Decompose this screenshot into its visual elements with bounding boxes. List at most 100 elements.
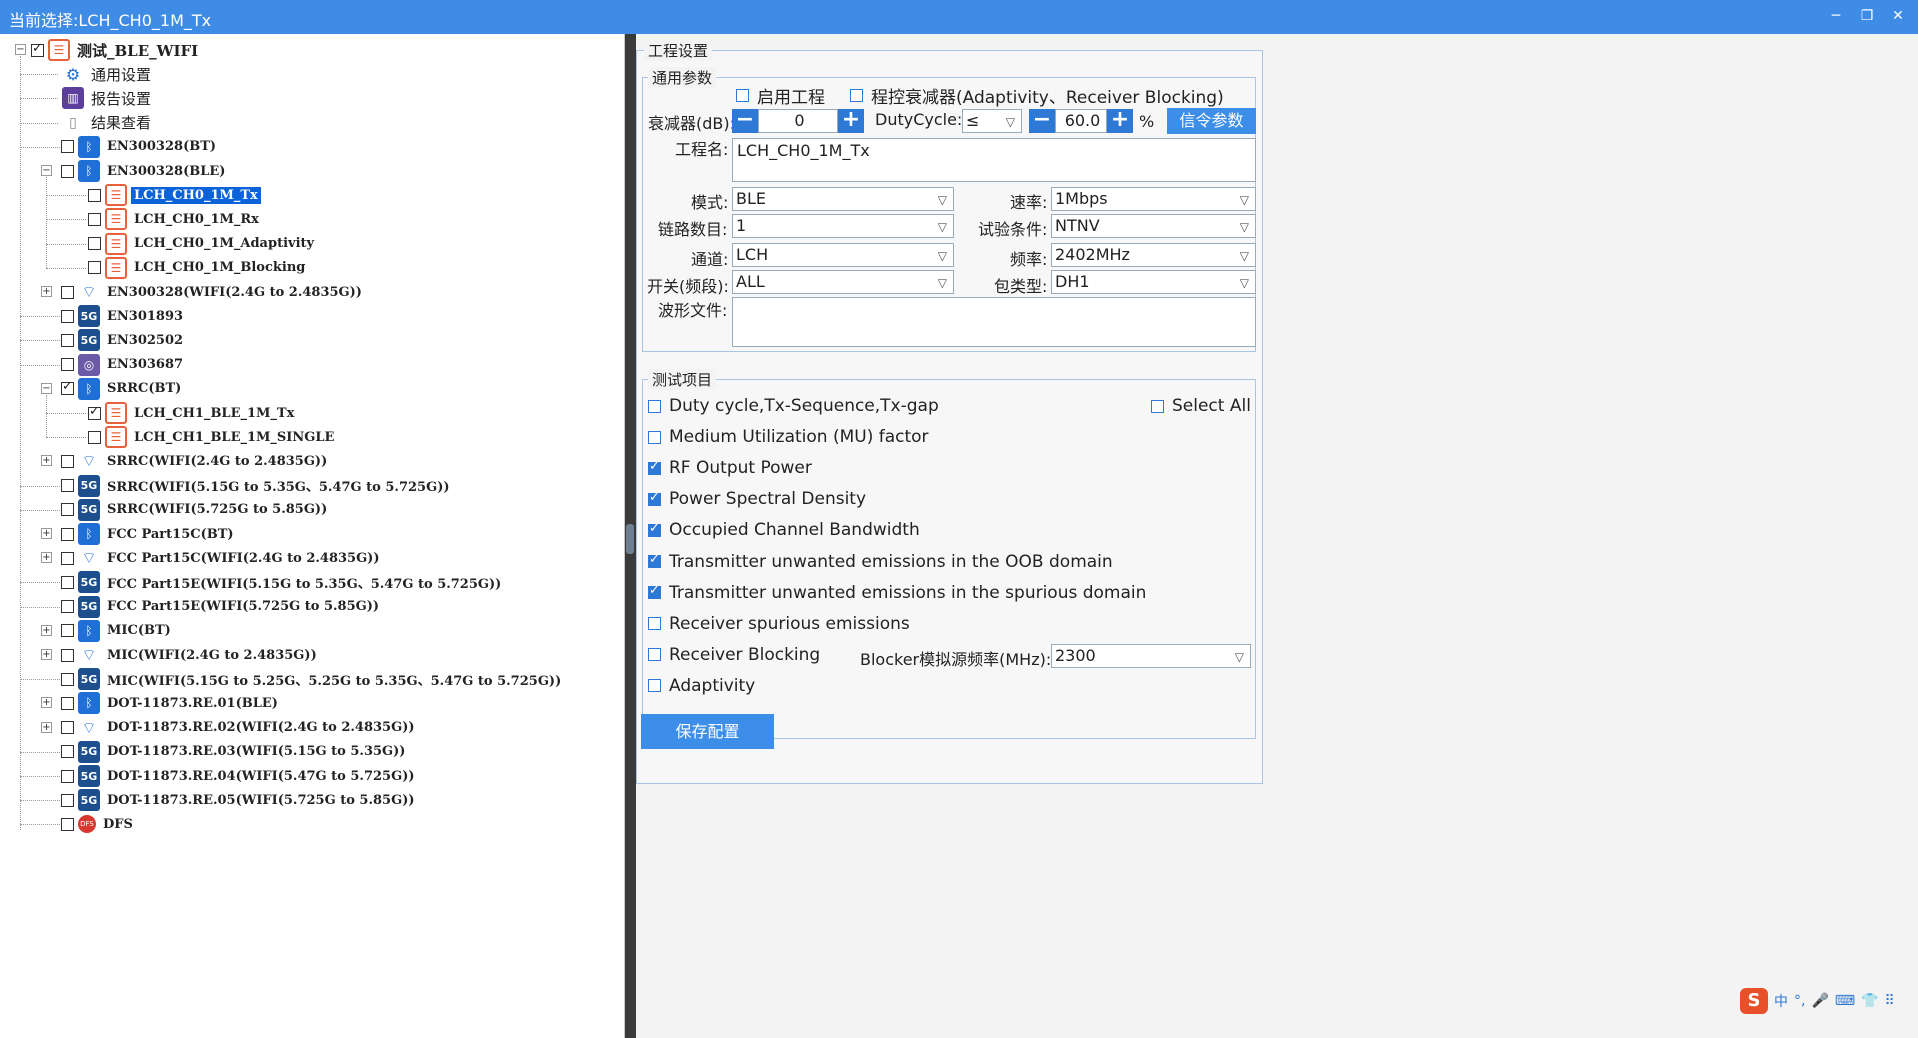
tree-child-item[interactable]: ☰ LCH_CH0_1M_Adaptivity (88, 232, 317, 256)
tree-item-checkbox[interactable] (61, 479, 74, 493)
tree-child-item[interactable]: ☰ LCH_CH1_BLE_1M_Tx (88, 401, 297, 425)
tree-item-checkbox[interactable] (61, 285, 74, 299)
tree-expander[interactable]: − (41, 165, 52, 176)
tree-expander[interactable]: − (41, 382, 52, 394)
condition-select[interactable]: NTNV ▽ (1051, 214, 1256, 238)
tree-item-checkbox[interactable] (88, 430, 101, 444)
tree-item-checkbox[interactable] (61, 333, 74, 347)
test-item-checkbox[interactable]: Transmitter unwanted emissions in the sp… (648, 583, 1146, 603)
test-item-checkbox[interactable]: Receiver Blocking (648, 645, 820, 665)
tree-expander[interactable]: + (41, 286, 52, 297)
tree-expander[interactable]: + (41, 649, 52, 660)
tree-item-checkbox[interactable] (61, 575, 74, 589)
tree-item-checkbox[interactable] (88, 404, 101, 420)
restore-button[interactable]: ❐ (1857, 6, 1877, 26)
tree-item-checkbox[interactable] (61, 140, 74, 154)
tree-item[interactable]: ᛒ DOT-11873.RE.01(BLE) (61, 691, 281, 715)
switch-select[interactable]: ALL ▽ (732, 270, 954, 294)
tree-root[interactable]: ☰ 测试_BLE_WIFI (31, 38, 201, 62)
keyboard-icon[interactable]: ⌨ (1835, 993, 1855, 1009)
tree-item[interactable]: ᛒ MIC(BT) (61, 619, 174, 643)
tree-item-checkbox[interactable] (61, 454, 74, 468)
tree-item-checkbox[interactable] (61, 672, 74, 686)
ime-punctuation-icon[interactable]: °, (1794, 993, 1805, 1009)
tree-item[interactable]: DFS DFS (61, 812, 136, 836)
tree-item-checkbox[interactable] (61, 527, 74, 541)
test-item-checkbox[interactable]: Transmitter unwanted emissions in the OO… (648, 552, 1113, 572)
tree-item-checkbox[interactable] (88, 261, 101, 275)
tree-item[interactable]: 5G FCC Part15E(WIFI(5.725G to 5.85G)) (61, 595, 382, 619)
tree-item-checkbox[interactable] (61, 624, 74, 638)
close-button[interactable]: ✕ (1888, 6, 1908, 26)
attenuator-input[interactable]: 0 (758, 109, 838, 133)
tree-item-checkbox[interactable] (61, 793, 74, 807)
links-select[interactable]: 1 ▽ (732, 214, 954, 238)
tree-child-item[interactable]: ☰ LCH_CH1_BLE_1M_SINGLE (88, 425, 337, 449)
tree-expander[interactable]: + (41, 697, 52, 709)
tree-child-item[interactable]: ☰ LCH_CH0_1M_Rx (88, 207, 262, 231)
tree-collapse-root[interactable]: − (15, 44, 26, 55)
grid-menu-icon[interactable]: ⠿ (1885, 993, 1895, 1009)
packet-type-select[interactable]: DH1 ▽ (1051, 270, 1256, 294)
tree-root-checkbox[interactable] (31, 41, 44, 57)
tree-expander[interactable]: + (41, 528, 52, 539)
test-item-checkbox[interactable]: Receiver spurious emissions (648, 614, 910, 634)
tree-item-checkbox[interactable] (61, 358, 74, 372)
mode-select[interactable]: BLE ▽ (732, 187, 954, 211)
tree-item[interactable]: ᛒ FCC Part15C(BT) (61, 522, 237, 546)
tree-item-checkbox[interactable] (61, 745, 74, 759)
dutycycle-input[interactable]: 60.0 (1055, 109, 1107, 133)
tree-item[interactable]: ◎ EN303687 (61, 353, 186, 377)
tree-item-checkbox[interactable] (61, 817, 74, 831)
attenuator-plus-button[interactable]: + (838, 109, 864, 133)
dutycycle-plus-button[interactable]: + (1107, 109, 1133, 133)
rate-select[interactable]: 1Mbps ▽ (1051, 187, 1256, 211)
tree-item-checkbox[interactable] (61, 769, 74, 783)
tree-item-checkbox[interactable] (61, 721, 74, 735)
tree-item[interactable]: 5G EN302502 (61, 328, 186, 352)
dutycycle-operator-select[interactable]: ≤ ▽ (962, 109, 1022, 133)
tree-item-checkbox[interactable] (88, 212, 101, 226)
enable-project-checkbox[interactable]: 启用工程 (736, 83, 825, 108)
test-item-checkbox[interactable]: Power Spectral Density (648, 489, 866, 509)
select-all-checkbox[interactable]: Select All (1151, 396, 1251, 416)
tree-expander[interactable]: + (41, 455, 52, 467)
tree-item-checkbox[interactable] (61, 551, 74, 565)
collapse-arrow-icon[interactable] (626, 524, 634, 554)
test-item-checkbox[interactable]: Adaptivity (648, 676, 755, 696)
tree-item[interactable]: 5G MIC(WIFI(5.15G to 5.25G、5.25G to 5.35G… (61, 667, 564, 691)
tree-item[interactable]: 5G SRRC(WIFI(5.725G to 5.85G)) (61, 498, 330, 522)
tree-item-checkbox[interactable] (61, 309, 74, 323)
tree-setting-item[interactable]: ▯ 结果查看 (58, 111, 154, 135)
channel-select[interactable]: LCH ▽ (732, 243, 954, 267)
tree-expander[interactable]: + (41, 552, 52, 564)
blocker-freq-select[interactable]: 2300 ▽ (1051, 644, 1251, 668)
minimize-button[interactable]: ─ (1826, 6, 1846, 26)
tree-expander[interactable]: + (41, 721, 52, 733)
test-item-checkbox[interactable]: Medium Utilization (MU) factor (648, 427, 929, 447)
tree-item-checkbox[interactable] (88, 237, 101, 251)
tree-item[interactable]: ᛒ EN300328(BLE) (61, 159, 228, 183)
frequency-select[interactable]: 2402MHz ▽ (1051, 243, 1256, 267)
signaling-params-button[interactable]: 信令参数 (1167, 108, 1256, 134)
panel-splitter[interactable] (625, 34, 636, 1038)
test-item-checkbox[interactable]: RF Output Power (648, 458, 812, 478)
tree-item[interactable]: ⌔ SRRC(WIFI(2.4G to 2.4835G)) (61, 449, 330, 473)
tree-expander[interactable]: + (41, 624, 52, 636)
tree-item-checkbox[interactable] (61, 503, 74, 517)
tree-item[interactable]: 5G DOT-11873.RE.04(WIFI(5.47G to 5.725G)) (61, 764, 418, 788)
tree-child-item[interactable]: ☰ LCH_CH0_1M_Blocking (88, 256, 308, 280)
dutycycle-minus-button[interactable]: − (1029, 109, 1055, 133)
tree-item-checkbox[interactable] (61, 164, 74, 178)
tree-item[interactable]: ⌔ DOT-11873.RE.02(WIFI(2.4G to 2.4835G)) (61, 716, 418, 740)
sogou-logo-icon[interactable]: S (1740, 988, 1768, 1014)
tree-item-checkbox[interactable] (88, 188, 101, 202)
tree-item[interactable]: 5G DOT-11873.RE.03(WIFI(5.15G to 5.35G)) (61, 740, 408, 764)
tree-item-checkbox[interactable] (61, 696, 74, 710)
tree-item-checkbox[interactable] (61, 379, 74, 396)
tree-item[interactable]: 5G DOT-11873.RE.05(WIFI(5.725G to 5.85G)) (61, 788, 418, 812)
attenuator-control-checkbox[interactable]: 程控衰减器(Adaptivity、Receiver Blocking) (850, 83, 1224, 108)
tree-item-checkbox[interactable] (61, 648, 74, 662)
tree-item[interactable]: 5G SRRC(WIFI(5.15G to 5.35G、5.47G to 5.72… (61, 474, 453, 498)
microphone-icon[interactable]: 🎤 (1811, 993, 1828, 1009)
